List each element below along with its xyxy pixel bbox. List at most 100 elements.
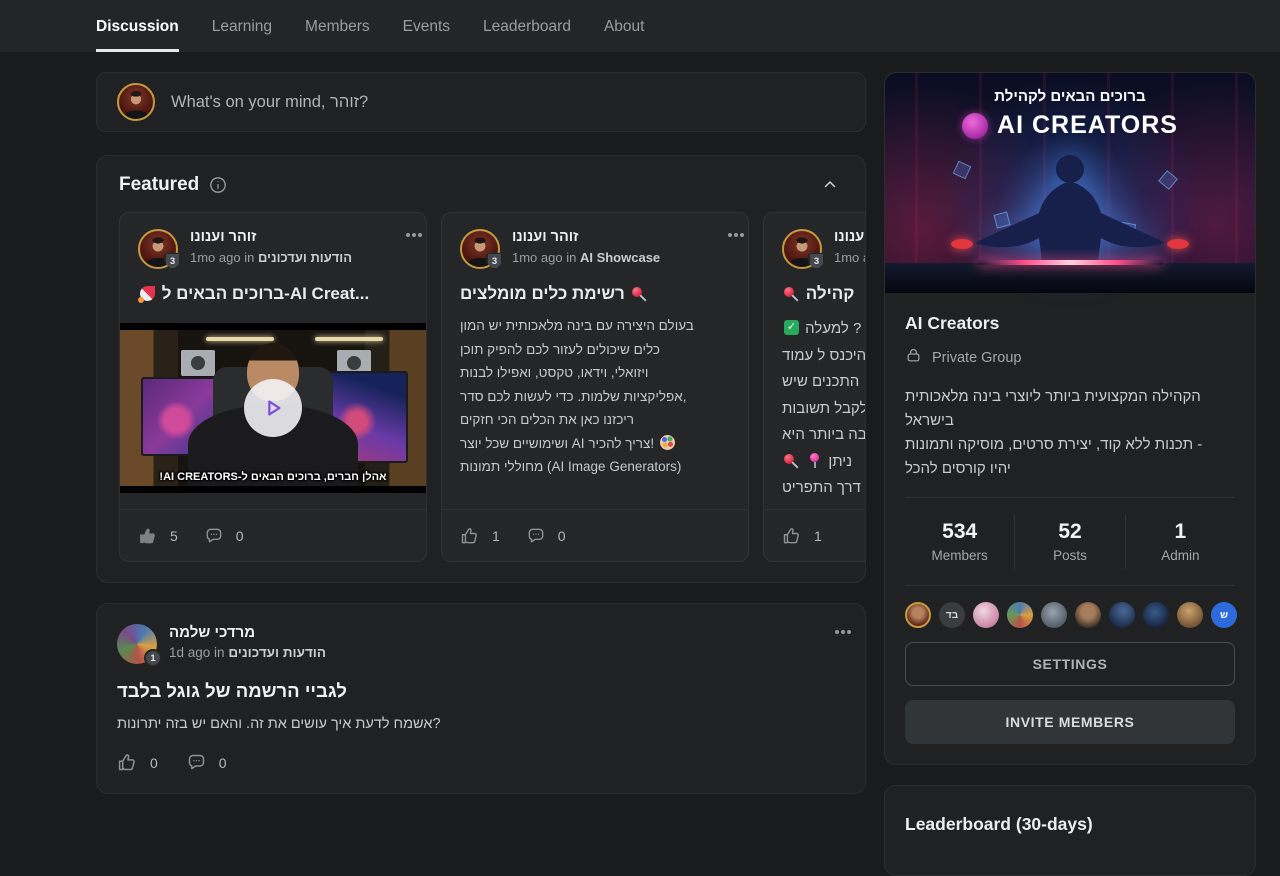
member-avatar[interactable] [905,602,931,628]
tab-discussion[interactable]: Discussion [96,0,179,52]
featured-carousel: 3 זוהר וענונו 1mo ago in הודעות ועדכונים… [119,212,865,562]
post-space[interactable]: הודעות ועדכונים [228,645,326,660]
member-avatar[interactable] [1177,602,1203,628]
description-line: בישראל [905,409,1235,433]
description-line: הקהילה המקצועית ביותר ליוצרי בינה מלאכות… [905,385,1235,409]
play-button-icon[interactable] [244,379,302,437]
member-avatar[interactable] [1109,602,1135,628]
level-badge: 1 [144,649,162,667]
comment-count: 0 [236,528,244,544]
member-avatar[interactable] [973,602,999,628]
featured-card-welcome[interactable]: 3 זוהר וענונו 1mo ago in הודעות ועדכונים… [119,212,427,562]
post-author-row: 1 מרדכי שלמה 1d ago in הודעות ועדכונים [117,624,845,664]
author-avatar[interactable]: 1 [117,624,157,664]
post-composer[interactable]: What's on your mind, זוהר? [96,72,866,132]
member-avatar[interactable] [1007,602,1033,628]
featured-title: Featured [119,174,199,196]
top-nav: Discussion Learning Members Events Leade… [0,0,1280,52]
post-author-row: 3 זוהר וענונו 1mo ago in [782,229,865,269]
studio-light [206,337,274,341]
engagement-row: 5 0 [120,509,426,561]
stat-label: Posts [1015,548,1124,563]
emoji-icon [784,453,799,468]
member-avatar-initials[interactable]: בד [939,602,965,628]
tab-members[interactable]: Members [305,0,370,52]
composer-placeholder: What's on your mind, זוהר? [171,93,368,112]
author-avatar[interactable]: 3 [138,229,178,269]
group-sidebar: ברוכים הבאים לקהילת AI CREATORS AI Creat… [884,72,1256,876]
like-button-icon[interactable] [117,752,138,773]
banner-brand-text: AI CREATORS [997,111,1178,140]
tab-leaderboard[interactable]: Leaderboard [483,0,571,52]
tab-about[interactable]: About [604,0,645,52]
post-title[interactable]: קהילה [782,284,865,304]
member-avatar[interactable] [1143,602,1169,628]
author-name[interactable]: מרדכי שלמה [169,624,326,641]
post-title[interactable]: ברוכים הבאים ל-AI Creat... [138,284,408,304]
comment-button-icon[interactable] [526,526,546,546]
tab-events[interactable]: Events [403,0,450,52]
video-caption: אהלן חברים, ברוכים הבאים ל-AI CREATORS! [120,471,426,483]
stat-value: 1 [1126,520,1235,544]
feed-post[interactable]: 1 מרדכי שלמה 1d ago in הודעות ועדכונים ל… [96,603,866,794]
more-options-icon[interactable] [835,630,839,634]
glow-hand [1167,239,1189,249]
like-button-icon[interactable] [782,526,802,546]
post-meta: 1mo ago in AI Showcase [512,250,660,265]
stat-members[interactable]: 534 Members [905,514,1014,569]
privacy-row: Private Group [905,347,1235,368]
chevron-up-icon[interactable] [821,176,839,194]
stat-label: Members [905,548,1014,563]
author-name[interactable]: זוהר וענונו [834,229,865,246]
settings-button[interactable]: SETTINGS [905,642,1235,686]
group-card: ברוכים הבאים לקהילת AI CREATORS AI Creat… [884,72,1256,765]
current-user-avatar [117,83,155,121]
more-options-icon[interactable] [406,233,410,237]
post-meta: 1mo ago in הודעות ועדכונים [190,250,352,265]
like-count: 1 [492,528,500,544]
post-meta: 1mo ago in [834,250,865,265]
author-avatar[interactable]: 3 [782,229,822,269]
featured-card-tools[interactable]: 3 זוהר וענונו 1mo ago in AI Showcase רשי… [441,212,749,562]
studio-light [315,337,383,341]
more-options-icon[interactable] [728,233,732,237]
comment-count: 0 [219,755,227,771]
glow-desk [885,263,1255,293]
post-title[interactable]: רשימת כלים מומלצים [460,284,730,304]
tab-learning[interactable]: Learning [212,0,272,52]
post-space[interactable]: הודעות ועדכונים [258,250,352,265]
author-name[interactable]: זוהר וענונו [190,229,352,246]
comment-button-icon[interactable] [186,752,207,773]
stat-admins[interactable]: 1 Admin [1125,514,1235,569]
post-space[interactable]: AI Showcase [580,250,660,265]
leaderboard-title: Leaderboard (30-days) [905,814,1235,835]
info-icon[interactable] [209,176,227,194]
level-badge: 3 [808,252,825,270]
like-button-icon[interactable] [138,526,158,546]
banner-brand-row: AI CREATORS [885,111,1255,140]
featured-section: Featured 3 זוהר וענונו [96,155,866,583]
lock-icon [905,347,922,368]
member-avatar[interactable] [1075,602,1101,628]
stat-value: 534 [905,520,1014,544]
comment-button-icon[interactable] [204,526,224,546]
post-body: בעולם היצירה עם בינה מלאכותית יש המון כל… [460,314,730,479]
nav-tabs: Discussion Learning Members Events Leade… [96,0,644,52]
video-thumbnail[interactable]: אהלן חברים, ברוכים הבאים ל-AI CREATORS! [120,323,426,493]
post-body: אשמח לדעת איך עושים את זה. והאם יש בזה י… [117,716,845,732]
like-button-icon[interactable] [460,526,480,546]
member-avatar[interactable] [1041,602,1067,628]
emoji-icon [660,435,675,450]
like-count: 1 [814,528,822,544]
description-line: יהיו קורסים להכל [905,457,1235,481]
post-author-row: 3 זוהר וענונו 1mo ago in הודעות ועדכונים [138,229,408,269]
author-name[interactable]: זוהר וענונו [512,229,660,246]
invite-members-button[interactable]: INVITE MEMBERS [905,700,1235,744]
post-title[interactable]: לגביי הרשמה של גוגל בלבד [117,680,845,702]
author-avatar[interactable]: 3 [460,229,500,269]
divider [905,497,1235,498]
member-avatar-initials[interactable]: ש [1211,602,1237,628]
group-banner-image[interactable]: ברוכים הבאים לקהילת AI CREATORS [885,73,1255,293]
stat-posts[interactable]: 52 Posts [1014,514,1124,569]
featured-card-community[interactable]: 3 זוהר וענונו 1mo ago in קהילה למעלה ? ה… [763,212,865,562]
